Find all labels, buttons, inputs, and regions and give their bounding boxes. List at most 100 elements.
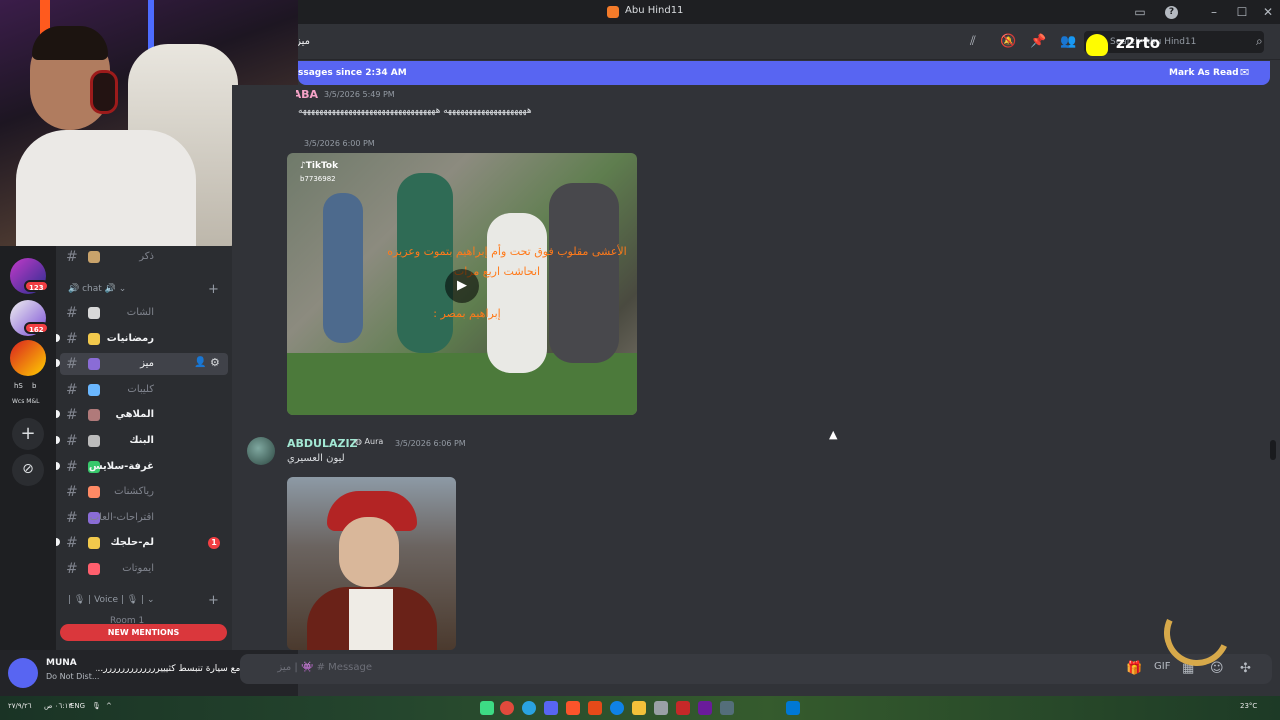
apps-icon[interactable]: ✣	[1240, 661, 1251, 676]
message-input[interactable]: Message # 👾 | ميز	[277, 662, 372, 673]
add-server-icon[interactable]: +	[12, 418, 44, 450]
unread-indicator	[56, 333, 60, 342]
mic-icon[interactable]: 🎙	[92, 702, 101, 710]
channel-name: اقتراحات-العاب	[89, 511, 154, 523]
channel-name: الملاهي	[115, 409, 154, 421]
server-label[interactable]: b	[32, 382, 36, 390]
inbox-icon[interactable]: ▭	[1132, 4, 1148, 20]
scrollbar[interactable]	[1270, 440, 1276, 460]
avatar[interactable]	[247, 437, 275, 465]
android-icon[interactable]	[480, 701, 494, 715]
video-embed[interactable]: ♪TikTok b7736982 الأعشى مقلوب فوق تحت وأ…	[287, 153, 637, 415]
unread-indicator	[56, 436, 60, 444]
members-icon[interactable]: 👥	[1060, 34, 1076, 49]
telegram-icon[interactable]	[522, 701, 536, 715]
brave-icon[interactable]	[566, 701, 580, 715]
channel-emoji-icon	[88, 251, 100, 263]
channel-item[interactable]: # ايموتات	[60, 558, 228, 580]
hash-icon: #	[66, 381, 78, 398]
channel-item[interactable]: # الشات	[60, 302, 228, 324]
search-icon[interactable]: ⌕	[1256, 34, 1263, 49]
unread-indicator	[56, 410, 60, 419]
server-label[interactable]: Wcs M&L	[12, 398, 39, 405]
app-icon[interactable]	[588, 701, 602, 715]
category-chat[interactable]: 🔊 chat 🔊 ⌄	[68, 284, 126, 294]
category-voice[interactable]: | 🎙 | Voice | 🎙 | ⌄	[68, 595, 155, 605]
app-icon[interactable]	[698, 701, 712, 715]
help-icon[interactable]: ?	[1165, 6, 1178, 19]
server-label[interactable]: hS	[14, 382, 23, 390]
discover-icon[interactable]: ⊘	[12, 454, 44, 486]
settings-gear-icon[interactable]: ⚙	[210, 356, 220, 369]
windows-start-icon[interactable]	[786, 701, 800, 715]
threads-icon[interactable]: ⫽	[970, 34, 976, 49]
channel-emoji-icon	[88, 486, 100, 499]
mark-as-read-button[interactable]: Mark As Read	[1169, 68, 1239, 78]
edge-icon[interactable]	[610, 701, 624, 715]
channel-name: كليبات	[127, 383, 154, 395]
language-indicator[interactable]: ENG	[70, 702, 85, 710]
channel-item[interactable]: # غرفة-سلايس	[56, 456, 228, 478]
new-messages-bar[interactable]: ssages since 2:34 AM Mark As Read ✉	[298, 61, 1270, 85]
app-icon[interactable]	[654, 701, 668, 715]
channel-item[interactable]: # ميز 👤 ⚙	[56, 353, 228, 376]
new-messages-text: ssages since 2:34 AM	[298, 68, 407, 78]
channel-item[interactable]: # الملاهي	[56, 404, 228, 426]
channel-item[interactable]: # رياكشنات	[60, 481, 228, 503]
invite-icon[interactable]: 👤	[194, 357, 206, 368]
message-author[interactable]: ABDULAZIZ	[287, 437, 358, 450]
emoji-icon[interactable]: ☺	[1210, 661, 1224, 676]
user-name: MUNA	[46, 658, 77, 668]
app-icon[interactable]	[720, 701, 734, 715]
message-composer[interactable]: Message # 👾 | ميز 🎁 GIF ▦ ☺ ✣	[240, 654, 1272, 684]
app-icon[interactable]	[676, 701, 690, 715]
video-caption: الأعشى مقلوب فوق تحت وأم إبراهيم بتموت و…	[387, 245, 627, 258]
pin-icon[interactable]: 📌	[1030, 34, 1046, 49]
maximize-icon[interactable]: ☐	[1234, 4, 1250, 20]
message-author[interactable]: ABA	[296, 88, 318, 101]
add-voice-channel-icon[interactable]: +	[208, 593, 219, 608]
channel-name: البنك	[129, 435, 154, 446]
channel-item[interactable]: # لم-حلجك 1	[56, 532, 228, 554]
taskbar: ٢٧/٩/٢٦ ٠٦:١٣ ص ENG 🎙 ^ 23°C	[0, 696, 1280, 720]
gift-icon[interactable]: 🎁	[1126, 661, 1142, 676]
channel-item[interactable]: # رمضانيات	[56, 328, 228, 350]
channel-item[interactable]: # كليبات	[60, 379, 228, 401]
hash-icon: #	[66, 330, 78, 347]
channel-name: لم-حلجك	[110, 537, 154, 549]
server-icon[interactable]	[10, 340, 46, 376]
channel-emoji-icon	[88, 563, 100, 575]
close-icon[interactable]: ✕	[1260, 4, 1276, 20]
mute-icon[interactable]: 🔕	[1000, 34, 1016, 49]
message-timestamp: 3/5/2026 6:00 PM	[304, 139, 375, 148]
discord-icon[interactable]	[544, 701, 558, 715]
new-mentions-button[interactable]: NEW MENTIONS	[60, 624, 227, 641]
channel-item[interactable]: # ذكر	[60, 246, 228, 268]
channel-item[interactable]: # البنك	[56, 430, 228, 452]
folder-icon[interactable]	[632, 701, 646, 715]
unread-indicator	[56, 461, 60, 470]
channel-title: ميز	[298, 36, 310, 47]
search-input[interactable]: Search Abu Hind11	[1084, 31, 1264, 53]
image-attachment[interactable]	[287, 477, 456, 650]
mouse-cursor-icon: ▲	[829, 428, 838, 441]
app-icon	[607, 6, 619, 18]
gif-icon[interactable]: GIF	[1154, 661, 1170, 672]
channel-name: غرفة-سلايس	[88, 460, 154, 472]
minimize-icon[interactable]: –	[1206, 4, 1222, 20]
channel-emoji-icon	[88, 358, 100, 371]
chrome-icon[interactable]	[500, 701, 514, 715]
play-icon[interactable]: ▶	[445, 269, 479, 303]
video-caption: إبراهيم بمصر :	[433, 307, 501, 320]
channel-emoji-icon	[88, 307, 100, 319]
channel-item[interactable]: # اقتراحات-العاب	[60, 507, 228, 529]
channel-name: ذكر	[139, 251, 154, 262]
add-channel-icon[interactable]: +	[208, 282, 219, 297]
hash-icon: #	[66, 433, 78, 449]
avatar[interactable]	[8, 658, 38, 688]
tray-chevron-icon[interactable]: ^	[106, 702, 112, 710]
speaker-icon: 🔊	[68, 284, 83, 294]
guild-tag[interactable]: ◍ Aura	[355, 437, 383, 446]
message-list: ABA 3/5/2026 5:49 PM ههههههههههههههههههه…	[232, 85, 1280, 650]
aura-icon: ◍	[355, 437, 365, 446]
